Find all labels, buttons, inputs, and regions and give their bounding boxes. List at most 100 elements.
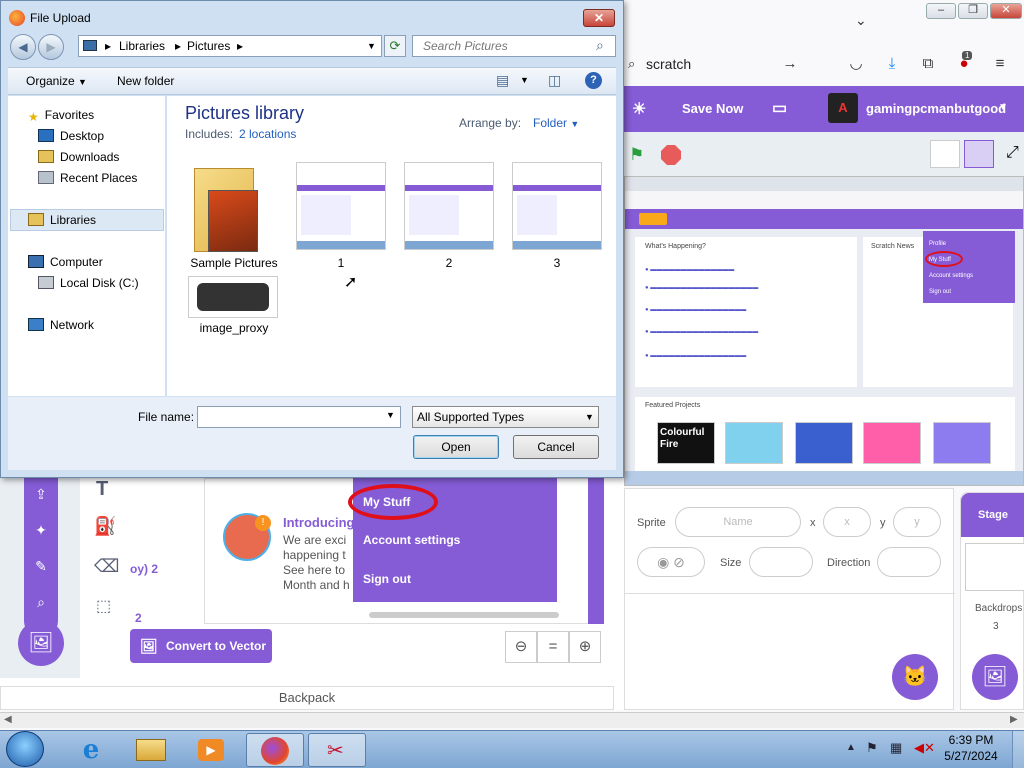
- theme-icon[interactable]: ☀: [632, 99, 646, 119]
- organize-button[interactable]: Organize ▼: [26, 74, 87, 88]
- file-image-proxy[interactable]: image_proxy: [184, 321, 284, 335]
- y-input[interactable]: y: [893, 507, 941, 537]
- news-title[interactable]: Introducing: [283, 515, 355, 530]
- select-tool-icon[interactable]: ⬚: [96, 596, 111, 616]
- backpack-bar[interactable]: Backpack: [0, 686, 614, 710]
- x-input[interactable]: x: [823, 507, 871, 537]
- chevron-down-icon[interactable]: ▼: [386, 410, 395, 420]
- fullscreen-icon[interactable]: ⤢: [1006, 144, 1019, 162]
- explorer-icon[interactable]: [122, 733, 180, 767]
- address-bar[interactable]: ▸ Libraries ▸ Pictures ▸ ▼: [78, 35, 382, 57]
- stage-thumbnail[interactable]: [965, 543, 1024, 591]
- preview-pane-icon[interactable]: ◫: [548, 72, 561, 89]
- nav-local-disk[interactable]: Local Disk (C:): [38, 276, 139, 290]
- minimize-button[interactable]: –: [926, 3, 956, 19]
- sign-out-menu-item[interactable]: Sign out: [363, 572, 411, 586]
- upload-icon[interactable]: ⇪: [24, 486, 58, 503]
- system-clock[interactable]: 6:39 PM 5/27/2024: [936, 732, 1006, 764]
- vertical-scrollbar[interactable]: [588, 478, 604, 624]
- search-input[interactable]: Search Pictures: [412, 35, 616, 57]
- file-3[interactable]: 3: [512, 256, 602, 270]
- surprise-icon[interactable]: ✦: [24, 522, 58, 539]
- firefox-taskbar-button[interactable]: [246, 733, 304, 767]
- add-costume-icon[interactable]: 🖼: [18, 620, 64, 666]
- breadcrumb-libraries[interactable]: Libraries: [119, 36, 165, 56]
- chevron-down-icon[interactable]: ▼: [367, 36, 376, 56]
- folder-icon[interactable]: [194, 160, 260, 252]
- add-sprite-icon[interactable]: 🐱: [892, 654, 938, 700]
- show-desktop-button[interactable]: [1012, 731, 1024, 768]
- action-center-flag-icon[interactable]: ⚑: [866, 740, 878, 756]
- fill-tool-icon[interactable]: ⛽: [94, 516, 116, 537]
- network-tray-icon[interactable]: ▦: [890, 740, 902, 756]
- close-window-button[interactable]: ✕: [990, 3, 1022, 19]
- stop-icon[interactable]: [661, 145, 681, 165]
- start-button[interactable]: [6, 731, 44, 767]
- includes-locations-link[interactable]: 2 locations: [239, 127, 296, 141]
- dialog-close-button[interactable]: ✕: [583, 9, 615, 27]
- internet-explorer-icon[interactable]: e: [62, 733, 120, 767]
- chevron-down-icon[interactable]: ▼: [998, 102, 1008, 113]
- forward-button[interactable]: ▶: [38, 34, 64, 60]
- sprite-name-input[interactable]: Name: [675, 507, 801, 537]
- nav-computer[interactable]: Computer: [28, 255, 103, 269]
- direction-input[interactable]: [877, 547, 941, 577]
- extensions-icon[interactable]: ⧉: [918, 54, 938, 74]
- file-2[interactable]: 2: [404, 256, 494, 270]
- help-icon[interactable]: ?: [585, 72, 602, 89]
- tab-list-chevron-icon[interactable]: ⌄: [855, 12, 867, 29]
- nav-desktop[interactable]: Desktop: [38, 129, 104, 143]
- zoom-reset-button[interactable]: =: [537, 631, 569, 663]
- avatar[interactable]: A: [828, 93, 858, 123]
- menu-icon[interactable]: ≡: [990, 54, 1010, 74]
- eraser-tool-icon[interactable]: ⌫: [94, 556, 119, 577]
- download-icon[interactable]: ⤓: [882, 54, 902, 74]
- url-bar[interactable]: scratch: [624, 46, 834, 82]
- stage-canvas[interactable]: What's Happening? ● ▬▬▬▬▬▬▬▬▬▬▬▬▬▬ ● ▬▬▬…: [624, 176, 1024, 486]
- media-player-icon[interactable]: ▶: [182, 733, 240, 767]
- pocket-icon[interactable]: ◡: [846, 54, 866, 74]
- file-type-select[interactable]: All Supported Types ▼: [412, 406, 599, 428]
- search-icon[interactable]: ⌕: [24, 594, 58, 611]
- show-hidden-icons-icon[interactable]: ▲: [846, 742, 856, 753]
- file-thumbnail-3[interactable]: [512, 162, 602, 250]
- view-options-icon[interactable]: ▤: [496, 72, 509, 89]
- new-folder-button[interactable]: New folder: [117, 74, 174, 88]
- nav-recent-places[interactable]: Recent Places: [38, 171, 137, 185]
- small-stage-button[interactable]: [930, 140, 960, 168]
- nav-downloads[interactable]: Downloads: [38, 150, 119, 164]
- scroll-left-icon[interactable]: ◀: [4, 714, 12, 725]
- page-horizontal-scrollbar[interactable]: ◀ ▶: [0, 712, 1024, 728]
- account-settings-menu-item[interactable]: Account settings: [363, 533, 460, 547]
- maximize-button[interactable]: ❐: [958, 3, 988, 19]
- file-name-input[interactable]: [197, 406, 401, 428]
- scroll-right-icon[interactable]: ▶: [1010, 714, 1018, 725]
- paint-icon[interactable]: ✎: [24, 558, 58, 575]
- chevron-down-icon[interactable]: ▼: [520, 75, 529, 85]
- zoom-out-button[interactable]: ⊖: [505, 631, 537, 663]
- nav-network[interactable]: Network: [28, 318, 94, 332]
- visibility-toggle[interactable]: ◉ ⊘: [637, 547, 705, 577]
- username-menu[interactable]: gamingpcmanbutgood: [866, 101, 1006, 116]
- green-flag-icon[interactable]: ⚑: [629, 145, 647, 164]
- file-thumbnail-image-proxy[interactable]: [188, 276, 278, 318]
- file-thumbnail-1[interactable]: [296, 162, 386, 250]
- nav-favorites[interactable]: ★ Favorites: [28, 108, 94, 124]
- horizontal-scrollbar[interactable]: [369, 612, 559, 618]
- size-input[interactable]: [749, 547, 813, 577]
- volume-muted-icon[interactable]: ◀✕: [914, 740, 935, 756]
- text-tool-icon[interactable]: T: [96, 478, 108, 501]
- zoom-in-button[interactable]: ⊕: [569, 631, 601, 663]
- file-thumbnail-2[interactable]: [404, 162, 494, 250]
- my-stuff-folder-icon[interactable]: ▭: [772, 98, 787, 118]
- large-stage-button[interactable]: [964, 140, 994, 168]
- open-button[interactable]: Open: [413, 435, 499, 459]
- arrange-by-dropdown[interactable]: Folder ▼: [533, 116, 579, 130]
- cancel-button[interactable]: Cancel: [513, 435, 599, 459]
- save-now-button[interactable]: Save Now: [682, 101, 743, 116]
- breadcrumb-pictures[interactable]: Pictures: [187, 36, 230, 56]
- go-arrow-icon[interactable]: →: [780, 54, 800, 74]
- convert-to-vector-button[interactable]: 🖼 Convert to Vector: [130, 629, 272, 663]
- snipping-tool-button[interactable]: ✂: [308, 733, 366, 767]
- refresh-icon[interactable]: ⟳: [384, 35, 406, 57]
